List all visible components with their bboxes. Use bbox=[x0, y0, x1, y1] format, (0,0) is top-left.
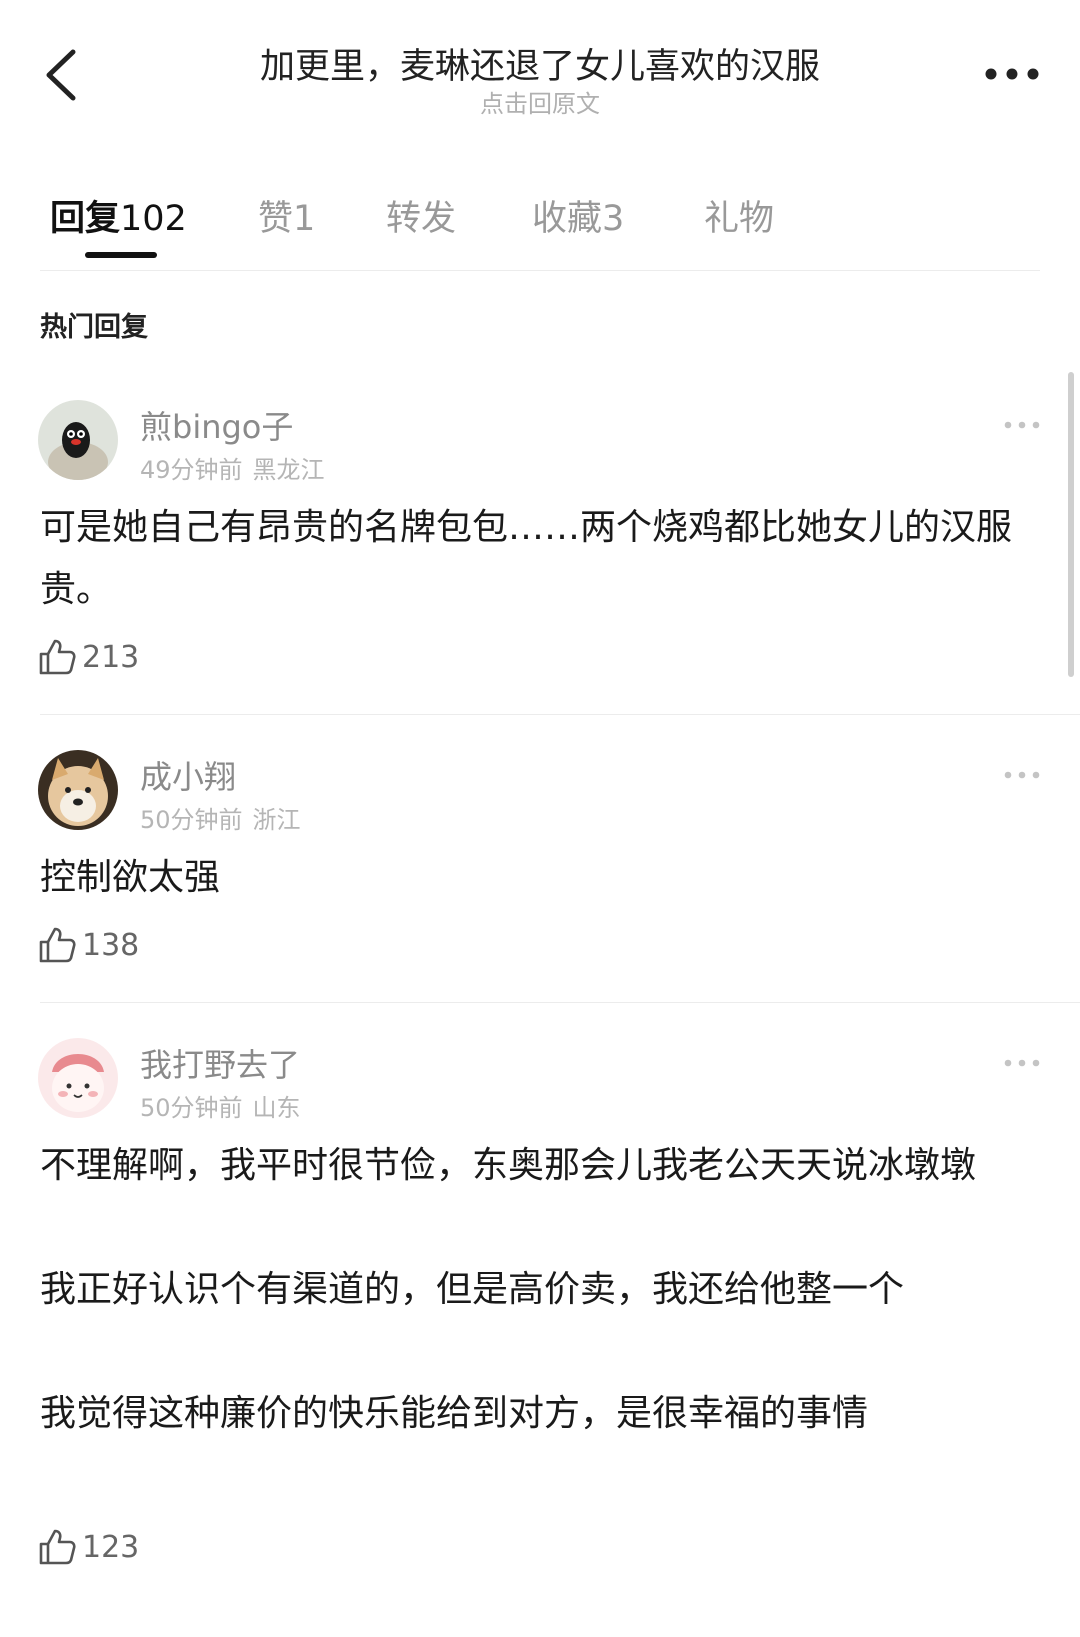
comment-time: 50分钟前 bbox=[140, 1094, 243, 1122]
comment-time: 50分钟前 bbox=[140, 806, 243, 834]
tab-replies-count: 102 bbox=[120, 199, 187, 239]
tab-replies-label: 回复 bbox=[50, 199, 121, 239]
like-button[interactable]: 138 bbox=[38, 926, 139, 964]
hot-replies-heading: 热门回复 bbox=[40, 312, 148, 343]
like-button[interactable]: 123 bbox=[38, 1528, 139, 1566]
avatar[interactable] bbox=[38, 750, 118, 830]
username[interactable]: 煎bingo子 bbox=[140, 402, 293, 448]
avatar[interactable] bbox=[38, 400, 118, 480]
view-original-link[interactable]: 点击回原文 bbox=[160, 84, 920, 119]
comment-paragraph: 我觉得这种廉价的快乐能给到对方，是很幸福的事情 bbox=[40, 1393, 869, 1434]
like-count: 213 bbox=[82, 639, 140, 675]
comment-location: 黑龙江 bbox=[252, 456, 325, 484]
comment-location: 浙江 bbox=[252, 806, 301, 834]
tab-reposts-label: 转发 bbox=[386, 199, 457, 239]
top-nav-bar: 加更里，麦琳还退了女儿喜欢的汉服 点击回原文 bbox=[0, 0, 1080, 140]
tab-reposts[interactable]: 转发 bbox=[386, 190, 456, 241]
comment-text: 不理解啊，我平时很节俭，东奥那会儿我老公天天说冰墩墩 我正好认识个有渠道的，但是… bbox=[40, 1135, 1040, 1445]
tab-gifts[interactable]: 礼物 bbox=[704, 190, 774, 241]
username[interactable]: 成小翔 bbox=[140, 752, 236, 798]
comment-paragraph: 我正好认识个有渠道的，但是高价卖，我还给他整一个 bbox=[40, 1269, 905, 1310]
chevron-left-icon bbox=[46, 49, 76, 101]
comment-text: 控制欲太强 bbox=[40, 847, 1040, 909]
comment-more-button[interactable] bbox=[980, 410, 1040, 440]
comment-divider bbox=[40, 714, 1080, 715]
tab-gifts-label: 礼物 bbox=[704, 199, 775, 239]
comment-location: 山东 bbox=[252, 1094, 301, 1122]
like-count: 138 bbox=[82, 927, 140, 963]
more-options-button[interactable] bbox=[960, 48, 1040, 100]
like-button[interactable]: 213 bbox=[38, 638, 139, 676]
comment-text: 可是她自己有昂贵的名牌包包……两个烧鸡都比她女儿的汉服贵。 bbox=[40, 497, 1040, 621]
thumbs-up-icon bbox=[39, 927, 76, 963]
tab-favorites-count: 3 bbox=[602, 199, 625, 239]
more-dots-icon bbox=[1004, 421, 1040, 429]
comment-paragraph: 不理解啊，我平时很节俭，东奥那会儿我老公天天说冰墩墩 bbox=[40, 1145, 977, 1186]
scrollbar[interactable] bbox=[1068, 372, 1074, 677]
tab-favorites[interactable]: 收藏3 bbox=[532, 190, 624, 241]
comment-more-button[interactable] bbox=[980, 1048, 1040, 1078]
comment-time: 49分钟前 bbox=[140, 456, 243, 484]
comment-meta: 50分钟前 浙江 bbox=[140, 800, 301, 835]
tab-likes-count: 1 bbox=[293, 199, 316, 239]
avatar[interactable] bbox=[38, 1038, 118, 1118]
comment-meta: 49分钟前 黑龙江 bbox=[140, 450, 325, 485]
back-button[interactable] bbox=[30, 40, 90, 110]
tab-favorites-label: 收藏 bbox=[532, 199, 603, 239]
tab-likes[interactable]: 赞1 bbox=[258, 190, 315, 241]
more-dots-icon bbox=[985, 68, 1039, 80]
post-title: 加更里，麦琳还退了女儿喜欢的汉服 bbox=[259, 47, 820, 87]
more-dots-icon bbox=[1004, 771, 1040, 779]
like-count: 123 bbox=[82, 1529, 140, 1565]
comment-more-button[interactable] bbox=[980, 760, 1040, 790]
thumbs-up-icon bbox=[39, 1529, 76, 1565]
tab-bar: 回复102 赞1 转发 收藏3 礼物 bbox=[40, 180, 1040, 271]
tab-replies[interactable]: 回复102 bbox=[50, 190, 187, 241]
thumbs-up-icon bbox=[39, 639, 76, 675]
active-tab-indicator bbox=[85, 252, 157, 258]
comment-paragraph: 控制欲太强 bbox=[40, 857, 221, 898]
comment-meta: 50分钟前 山东 bbox=[140, 1088, 301, 1123]
comment-divider bbox=[40, 1002, 1080, 1003]
username[interactable]: 我打野去了 bbox=[140, 1040, 300, 1086]
tab-likes-label: 赞 bbox=[258, 199, 294, 239]
more-dots-icon bbox=[1004, 1059, 1040, 1067]
comment-paragraph: 可是她自己有昂贵的名牌包包……两个烧鸡都比她女儿的汉服贵。 bbox=[40, 507, 1013, 610]
